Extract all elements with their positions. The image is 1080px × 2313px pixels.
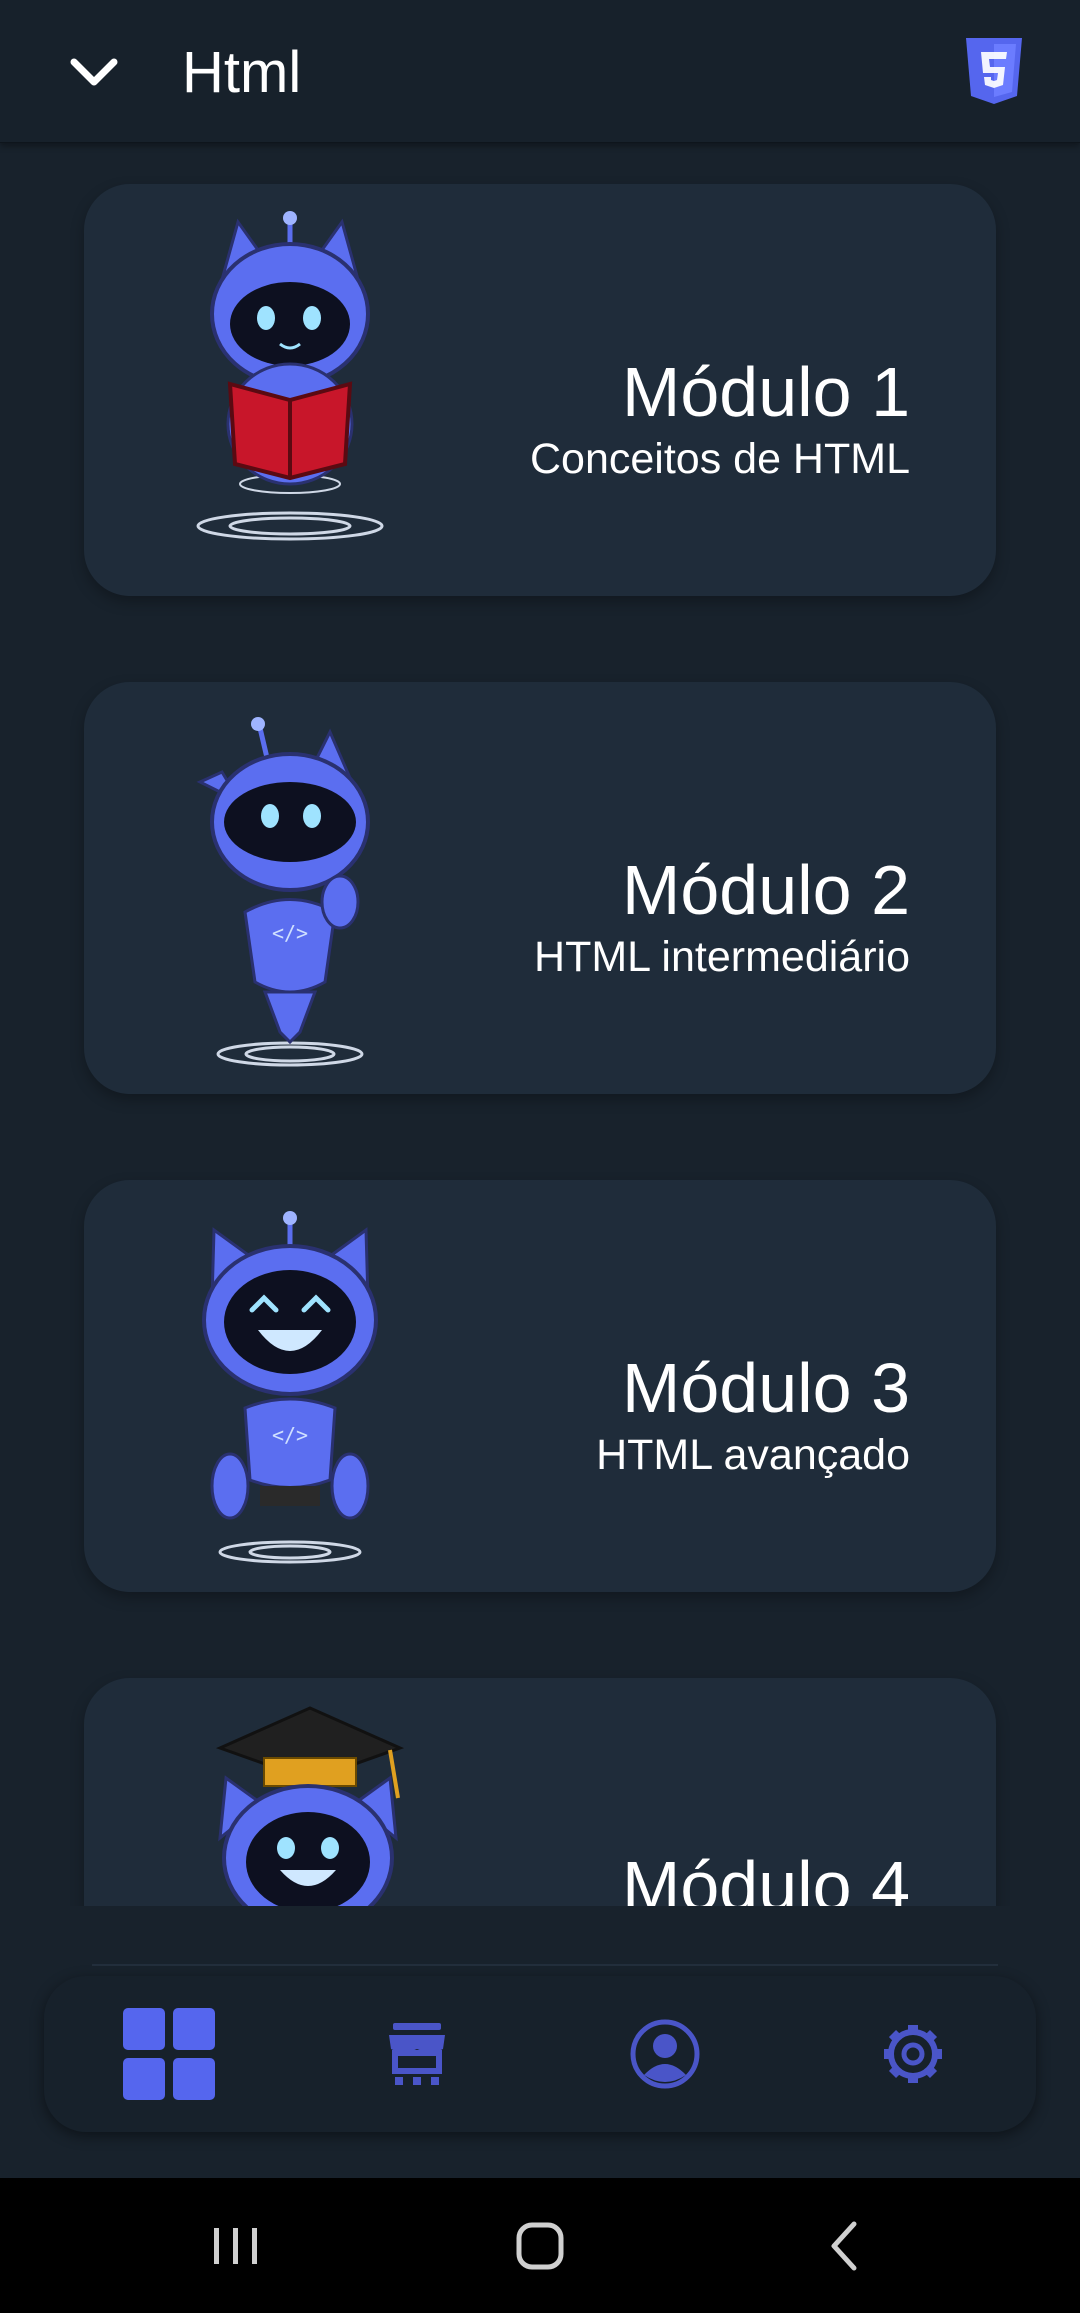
module-subtitle: HTML avançado [596,1431,910,1479]
store-icon [389,2023,445,2085]
app-bar: Html [0,0,1080,143]
module-title: Módulo 2 [622,851,910,929]
gear-icon [884,2025,942,2083]
nav-dashboard[interactable] [114,2002,224,2106]
divider [92,1964,998,1966]
grid-icon [123,2008,215,2100]
svg-text:</>: </> [272,921,308,945]
module-card-3[interactable]: </> Módulo 3 HTML avançado [84,1180,996,1592]
robot-graduation-icon [215,1706,405,1906]
recents-icon[interactable] [196,2214,276,2278]
robot-smiling-icon: </> [202,1211,378,1564]
home-icon[interactable] [500,2214,580,2278]
robot-reading-icon [196,211,384,541]
bottom-navigation [44,1976,1036,2132]
module-subtitle: HTML intermediário [534,933,910,981]
chevron-down-icon[interactable] [66,52,122,92]
back-icon[interactable] [804,2214,884,2278]
nav-settings[interactable] [858,2002,968,2106]
html5-shield-icon [966,38,1022,104]
nav-profile[interactable] [610,2002,720,2106]
module-title: Módulo 1 [622,353,910,431]
nav-store[interactable] [362,2002,472,2106]
svg-text:</>: </> [272,1423,308,1447]
module-card-2[interactable]: </> Módulo 2 HTML intermediário [84,682,996,1094]
module-card-4[interactable]: Módulo 4 [84,1678,996,1906]
page-title: Html [182,40,302,105]
module-subtitle: Conceitos de HTML [530,435,910,483]
user-circle-icon [630,2019,700,2089]
system-navigation-bar [0,2178,1080,2313]
robot-thinking-icon: </> [196,717,370,1067]
module-list[interactable]: Módulo 1 Conceitos de HTML </> Módulo 2 … [0,144,1080,1906]
module-title: Módulo 3 [622,1349,910,1427]
module-title: Módulo 4 [622,1847,910,1906]
module-card-1[interactable]: Módulo 1 Conceitos de HTML [84,184,996,596]
